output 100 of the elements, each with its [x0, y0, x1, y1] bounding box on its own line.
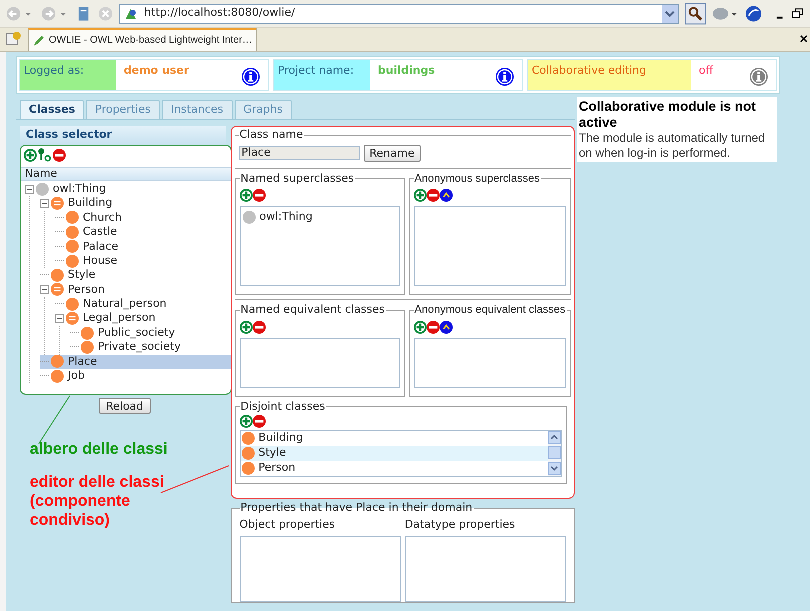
tree-label: House	[82, 252, 118, 269]
tree-label: Person	[67, 282, 105, 298]
class-circle-icon	[51, 269, 64, 282]
dropdown-icon[interactable]	[662, 4, 678, 22]
search-icon[interactable]	[684, 2, 706, 24]
info-value: demo user	[124, 63, 190, 79]
class-group-icon	[51, 197, 64, 210]
info-icon[interactable]	[242, 68, 260, 86]
tree-row[interactable]: Place	[40, 354, 231, 370]
section-legend: Anonymous superclasses	[414, 170, 541, 187]
reload-button[interactable]: Reload	[99, 398, 151, 414]
tree-label: Place	[67, 354, 98, 370]
notice-text: The module is automatically turned on when log-in is performed.	[579, 131, 766, 161]
tree-label: Church	[82, 210, 122, 226]
edit-icon[interactable]	[440, 189, 453, 202]
class-circle-icon	[242, 432, 255, 445]
edit-icon[interactable]	[440, 320, 453, 334]
info-icon[interactable]	[750, 68, 768, 86]
class-circle-icon	[81, 326, 94, 340]
remove-icon[interactable]	[426, 189, 440, 202]
remove-icon[interactable]	[252, 189, 266, 202]
scrollbar[interactable]	[548, 431, 561, 476]
tree-row[interactable]: Public_society	[70, 326, 231, 340]
column-title: Name	[25, 166, 58, 182]
properties-heading: Datatype properties	[404, 516, 516, 532]
class-circle-icon	[66, 211, 79, 224]
tree-row[interactable]: Job	[40, 369, 231, 384]
tree-label: Private_society	[97, 339, 182, 356]
tree-row[interactable]: Building	[40, 196, 231, 211]
tree-row[interactable]: owl:Thing	[25, 182, 231, 196]
tree-label: Building	[67, 195, 113, 212]
tree-label: Natural_person	[82, 296, 167, 312]
notice-title: Collaborative module is not active	[579, 99, 758, 131]
tree-row[interactable]: Natural_person	[55, 297, 231, 312]
class-name-legend: Class name	[238, 127, 304, 144]
tree-row[interactable]: Church	[55, 210, 231, 226]
class-circle-icon	[66, 240, 79, 254]
class-name-field[interactable]: Place	[238, 146, 360, 160]
class-selector-title: Class selector	[26, 127, 112, 144]
restore-icon[interactable]	[792, 8, 804, 20]
collapse-icon[interactable]	[25, 184, 34, 194]
add-subclass-icon[interactable]	[38, 148, 52, 162]
column-header[interactable]: Name	[21, 167, 231, 181]
tree-row[interactable]: Legal_person	[55, 312, 231, 326]
tab[interactable]: Classes	[20, 100, 84, 119]
tree-row[interactable]: House	[55, 254, 231, 268]
remove-icon[interactable]	[426, 320, 440, 334]
add-icon[interactable]	[240, 189, 253, 202]
class-circle-icon	[66, 226, 79, 239]
info-label: Logged as:	[24, 64, 84, 77]
class-group-icon	[51, 283, 64, 296]
add-icon[interactable]	[414, 320, 427, 334]
add-icon[interactable]	[240, 415, 253, 428]
add-icon[interactable]	[414, 189, 427, 202]
tree-label: owl:Thing	[52, 180, 106, 197]
add-icon[interactable]	[240, 320, 253, 334]
add-icon[interactable]	[24, 148, 37, 162]
tab-title: OWLIE - OWL Web-based Lightweight Inter…	[49, 34, 252, 48]
disjoint-row[interactable]: Style	[240, 446, 548, 461]
section-legend: Anonymous equivalent classes	[414, 302, 567, 318]
domain-properties-legend: Properties that have Place in their domain	[240, 500, 474, 516]
tree-label: Palace	[82, 238, 118, 255]
class-circle-icon	[242, 447, 255, 460]
rename-button[interactable]: Rename	[364, 144, 421, 162]
tree-row[interactable]: Style	[40, 268, 231, 283]
globe-icon[interactable]	[745, 4, 763, 22]
tab-list-icon[interactable]	[6, 31, 22, 47]
collapse-icon[interactable]	[40, 285, 49, 294]
tree-label: Style	[67, 267, 96, 284]
tree-row[interactable]: Private_society	[70, 340, 231, 355]
disjoint-label: Building	[258, 430, 304, 446]
tree-row[interactable]: Castle	[55, 225, 231, 240]
info-label: Collaborative editing	[532, 64, 647, 77]
address-field[interactable]: http://localhost:8080/owlie/	[119, 4, 679, 24]
section-legend: Named equivalent classes	[240, 302, 386, 318]
disjoint-row[interactable]: Person	[240, 461, 548, 476]
browser-tab[interactable]: OWLIE - OWL Web-based Lightweight Inter…	[28, 28, 258, 51]
tree-row[interactable]: Palace	[55, 240, 231, 254]
collapse-icon[interactable]	[40, 199, 49, 208]
class-circle-icon	[51, 370, 64, 383]
tree-row[interactable]: Person	[40, 282, 231, 298]
remove-icon[interactable]	[252, 415, 266, 428]
list-item[interactable]: owl:Thing	[260, 208, 313, 226]
class-circle-icon	[66, 298, 79, 311]
remove-icon[interactable]	[53, 148, 66, 162]
class-circle-icon	[66, 254, 79, 268]
tree-label: Legal_person	[82, 310, 156, 326]
class-circle-icon	[81, 340, 94, 354]
collapse-icon[interactable]	[55, 314, 64, 324]
annotation-text: albero delle classi	[30, 440, 169, 459]
page-icon	[124, 6, 138, 20]
properties-heading: Object properties	[240, 516, 336, 532]
class-circle-icon	[242, 462, 255, 475]
class-circle-icon	[51, 355, 64, 368]
close-icon[interactable]	[800, 35, 808, 43]
info-icon[interactable]	[496, 68, 514, 86]
info-value: buildings	[378, 63, 436, 79]
disjoint-row[interactable]: Building	[240, 431, 548, 446]
remove-icon[interactable]	[252, 320, 266, 334]
thing-circle-icon	[242, 210, 256, 224]
